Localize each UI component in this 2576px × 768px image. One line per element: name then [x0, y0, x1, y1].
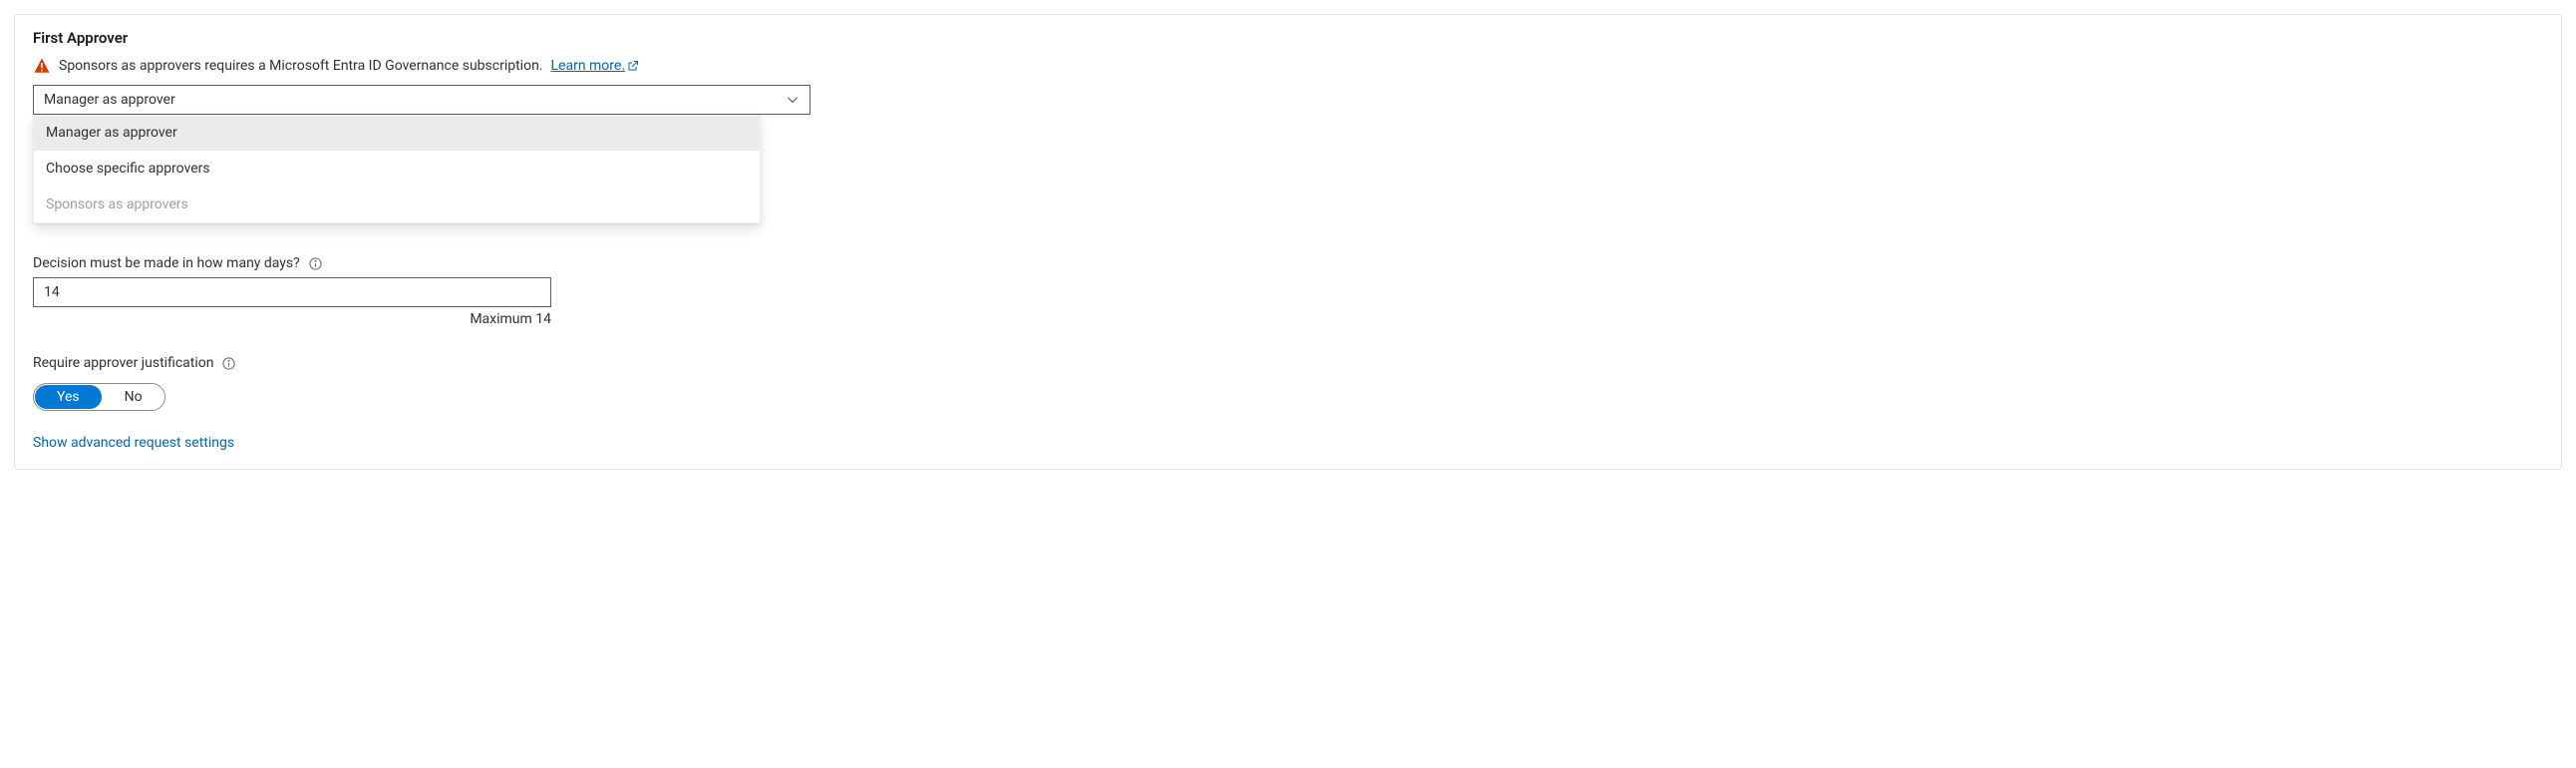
dropdown-option-sponsors: Sponsors as approvers — [34, 187, 760, 222]
dropdown-option-specific[interactable]: Choose specific approvers — [34, 151, 760, 187]
first-approver-panel: First Approver Sponsors as approvers req… — [14, 14, 2562, 470]
approver-select-value: Manager as approver — [44, 92, 175, 108]
warning-icon — [33, 57, 51, 75]
decision-days-label: Decision must be made in how many days? — [33, 255, 300, 271]
show-advanced-link[interactable]: Show advanced request settings — [33, 435, 234, 451]
warning-row: Sponsors as approvers requires a Microso… — [33, 57, 2543, 75]
advanced-link-row: Show advanced request settings — [33, 435, 2543, 451]
justification-no[interactable]: No — [103, 384, 164, 410]
warning-text: Sponsors as approvers requires a Microso… — [59, 58, 543, 74]
chevron-down-icon — [786, 93, 800, 107]
decision-days-block: Decision must be made in how many days? … — [33, 255, 2543, 327]
dropdown-option-manager[interactable]: Manager as approver — [34, 115, 760, 151]
justification-block: Require approver justification Yes No — [33, 355, 2543, 411]
justification-label: Require approver justification — [33, 355, 213, 371]
decision-days-input[interactable] — [33, 277, 551, 307]
learn-more-label: Learn more. — [551, 58, 626, 74]
approver-select[interactable]: Manager as approver — [33, 85, 810, 115]
justification-yes[interactable]: Yes — [35, 385, 102, 409]
decision-days-helper: Maximum 14 — [33, 311, 551, 327]
approver-select-wrap: Manager as approver Manager as approver … — [33, 85, 810, 223]
decision-days-label-row: Decision must be made in how many days? — [33, 255, 2543, 271]
learn-more-link[interactable]: Learn more. — [551, 58, 640, 74]
info-icon[interactable] — [221, 356, 236, 371]
section-title: First Approver — [33, 29, 2543, 47]
approver-dropdown: Manager as approver Choose specific appr… — [33, 115, 761, 223]
justification-toggle: Yes No — [33, 383, 165, 411]
external-link-icon — [627, 60, 639, 72]
info-icon[interactable] — [308, 256, 323, 271]
justification-label-row: Require approver justification — [33, 355, 2543, 371]
